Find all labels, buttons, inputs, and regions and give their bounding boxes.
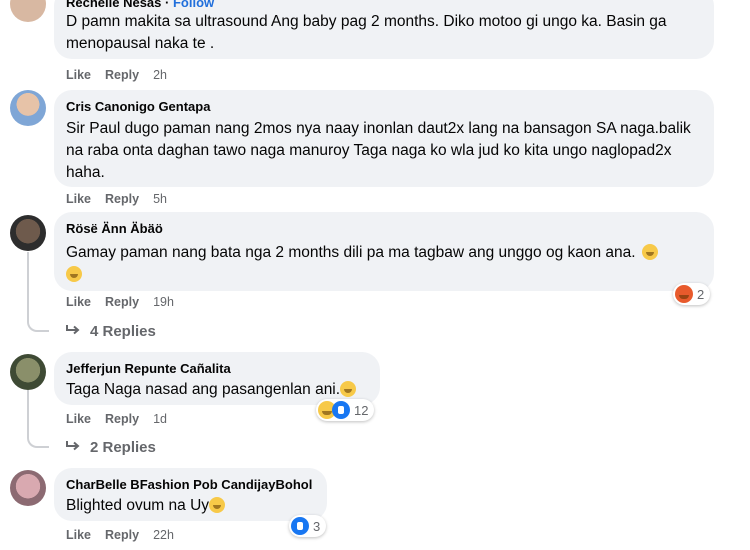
follow-link[interactable]: Follow <box>173 0 214 10</box>
reaction-count: 2 <box>697 286 705 302</box>
like-button[interactable]: Like <box>66 528 91 542</box>
comment-author[interactable]: Jefferjun Repunte Cañalita <box>66 360 368 377</box>
avatar[interactable] <box>10 215 46 251</box>
comment-bubble: Cris Canonigo Gentapa Sir Paul dugo pama… <box>54 90 714 187</box>
reactions-badge[interactable]: 2 <box>673 283 711 305</box>
comment-text: Sir Paul dugo paman nang 2mos nya naay i… <box>66 120 691 181</box>
comment-author[interactable]: CharBelle BFashion Pob CandijayBohol <box>66 476 315 493</box>
view-replies-link[interactable]: 4 Replies <box>66 321 156 341</box>
comment-timestamp[interactable]: 5h <box>153 192 167 206</box>
comment-text: Taga Naga nasad ang pasangenlan ani. <box>66 379 368 401</box>
comment-bubble: Jefferjun Repunte Cañalita Taga Naga nas… <box>54 352 380 405</box>
reactions-badge[interactable]: 12 <box>316 399 375 421</box>
like-reaction-icon <box>291 517 309 535</box>
comment-text: D pamn makita sa ultrasound Ang baby pag… <box>66 13 667 52</box>
like-button[interactable]: Like <box>66 192 91 206</box>
comment-actions: Like Reply 5h <box>66 191 181 207</box>
avatar[interactable] <box>10 354 46 390</box>
reply-arrow-icon <box>66 437 80 451</box>
comment-bubble: Rösë Ä̈nn Ä̈bä̈ö Gamay paman nang bata n… <box>54 212 714 291</box>
thread-line <box>27 252 29 322</box>
comment-timestamp[interactable]: 2h <box>153 68 167 82</box>
reaction-count: 12 <box>354 402 369 418</box>
like-button[interactable]: Like <box>66 68 91 82</box>
reaction-count: 3 <box>313 518 321 534</box>
comment-bubble: CharBelle BFashion Pob CandijayBohol Bli… <box>54 468 327 521</box>
reactions-badge[interactable]: 3 <box>289 515 327 537</box>
comment-timestamp[interactable]: 1d <box>153 412 167 426</box>
thread-line <box>27 436 49 448</box>
reply-button[interactable]: Reply <box>105 68 139 82</box>
comment-bubble: Rechelle Nesas · Follow D pamn makita sa… <box>54 0 714 59</box>
angry-reaction-icon <box>675 285 693 303</box>
view-replies-link[interactable]: 2 Replies <box>66 437 156 457</box>
comment-section: Rechelle Nesas · Follow D pamn makita sa… <box>0 0 750 550</box>
reply-button[interactable]: Reply <box>105 295 139 309</box>
grinning-emoji <box>66 266 82 282</box>
comment-author[interactable]: Rechelle Nesas · Follow <box>66 0 702 10</box>
grinning-sweat-emoji <box>209 497 226 513</box>
comment-actions: Like Reply 1d <box>66 411 181 427</box>
comment-text: Gamay paman nang bata nga 2 months dili … <box>66 242 702 286</box>
like-reaction-icon <box>332 401 350 419</box>
thread-line <box>27 390 29 438</box>
reply-button[interactable]: Reply <box>105 528 139 542</box>
comment-timestamp[interactable]: 19h <box>153 295 174 309</box>
comment-author[interactable]: Cris Canonigo Gentapa <box>66 98 702 115</box>
comment-author[interactable]: Rösë Ä̈nn Ä̈bä̈ö <box>66 220 702 237</box>
comment-actions: Like Reply 22h <box>66 527 188 543</box>
grinning-sweat-emoji <box>340 381 357 397</box>
thread-line <box>27 320 49 332</box>
reply-arrow-icon <box>66 321 80 335</box>
like-button[interactable]: Like <box>66 295 91 309</box>
comment-text: Blighted ovum na Uy <box>66 495 315 517</box>
avatar[interactable] <box>10 0 46 22</box>
grinning-sweat-emoji <box>641 244 658 260</box>
avatar[interactable] <box>10 470 46 506</box>
reply-button[interactable]: Reply <box>105 412 139 426</box>
like-button[interactable]: Like <box>66 412 91 426</box>
reply-button[interactable]: Reply <box>105 192 139 206</box>
comment-actions: Like Reply 19h <box>66 294 188 310</box>
comment-actions: Like Reply 2h <box>66 67 181 83</box>
comment-timestamp[interactable]: 22h <box>153 528 174 542</box>
avatar[interactable] <box>10 90 46 126</box>
